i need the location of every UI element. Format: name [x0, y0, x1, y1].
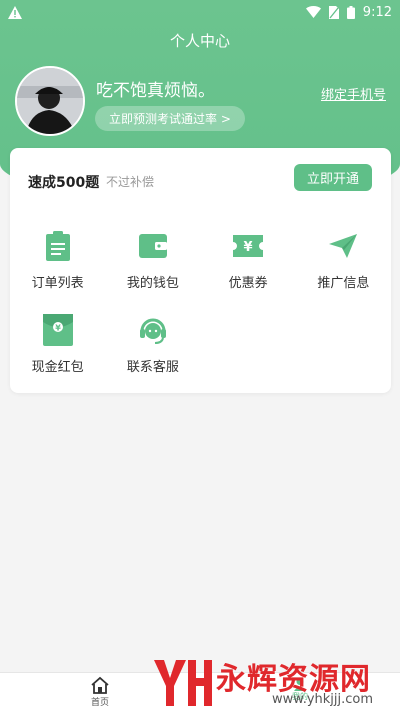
- username: 吃不饱真烦恼。: [96, 81, 215, 101]
- red-envelope-icon: ¥: [40, 312, 76, 348]
- predict-pass-rate-button[interactable]: 立即预测考试通过率 >: [95, 106, 245, 131]
- promo-title: 速成500题: [28, 175, 100, 191]
- promo-subtitle: 不过补偿: [106, 175, 155, 189]
- grid-label: 推广信息: [317, 276, 370, 291]
- battery-icon: [346, 5, 355, 19]
- watermark: 永辉资源网 www.yhkjjj.com: [150, 652, 390, 714]
- grid-item-wallet[interactable]: 我的钱包: [105, 228, 200, 306]
- page-title: 个人中心: [169, 32, 230, 50]
- grid-label: 我的钱包: [126, 276, 179, 291]
- status-bar: 9:12: [0, 0, 400, 24]
- headset-icon: [135, 312, 171, 348]
- status-time: 9:12: [362, 4, 392, 20]
- home-icon: [91, 676, 109, 694]
- avatar[interactable]: [15, 66, 85, 136]
- wallet-icon: [135, 228, 171, 264]
- grid-label: 联系客服: [126, 360, 179, 375]
- wifi-icon: [305, 6, 321, 18]
- svg-text:¥: ¥: [244, 240, 253, 255]
- grid-label: 现金红包: [31, 360, 84, 375]
- grid-label: 订单列表: [31, 276, 84, 291]
- membership-card: 速成500题 不过补偿 立即开通 订单列表 我的钱包 ¥ 优惠券 推广信息 ¥ …: [10, 148, 391, 393]
- nav-home-label: 首页: [90, 698, 109, 708]
- watermark-url: www.yhkjjj.com: [272, 692, 374, 707]
- paper-plane-icon: [325, 228, 361, 264]
- grid-item-promotion[interactable]: 推广信息: [296, 228, 391, 306]
- grid-item-orders[interactable]: 订单列表: [10, 228, 105, 306]
- grid-item-coupons[interactable]: ¥ 优惠券: [201, 228, 296, 306]
- grid-label: 优惠券: [228, 276, 268, 291]
- svg-text:¥: ¥: [55, 324, 61, 333]
- open-now-button[interactable]: 立即开通: [294, 164, 372, 191]
- clipboard-icon: [40, 228, 76, 264]
- grid-item-red-envelope[interactable]: ¥ 现金红包: [10, 312, 105, 390]
- grid-item-customer-service[interactable]: 联系客服: [105, 312, 200, 390]
- watermark-logo-icon: [154, 660, 212, 706]
- bind-phone-link[interactable]: 绑定手机号: [321, 84, 386, 103]
- coupon-icon: ¥: [230, 228, 266, 264]
- nav-home[interactable]: 首页: [80, 676, 120, 708]
- feature-grid: 订单列表 我的钱包 ¥ 优惠券 推广信息 ¥ 现金红包 联系客服: [10, 228, 391, 390]
- no-sim-icon: [328, 5, 339, 19]
- warning-icon: [8, 5, 22, 19]
